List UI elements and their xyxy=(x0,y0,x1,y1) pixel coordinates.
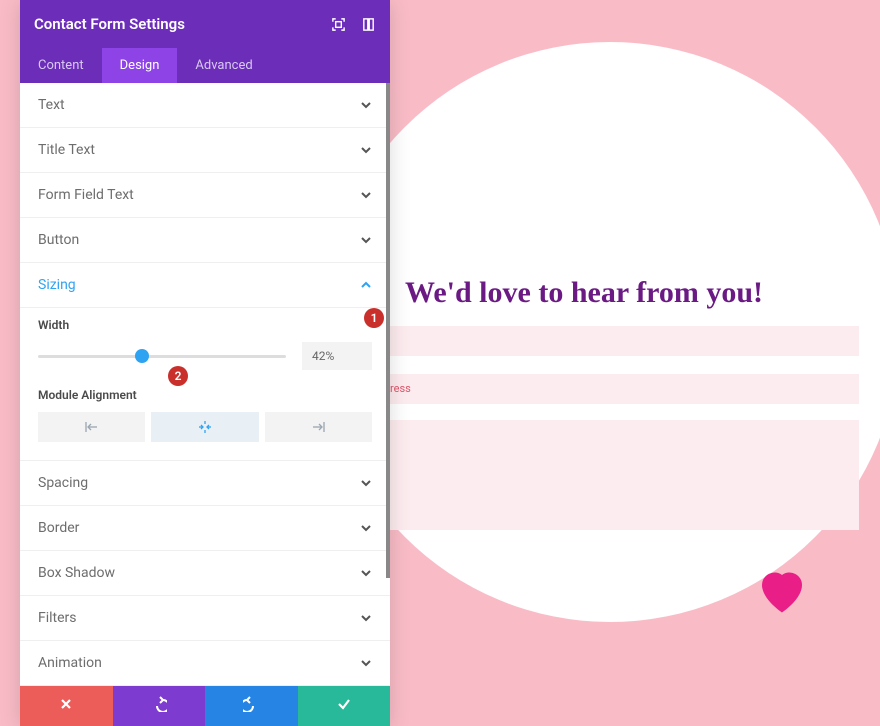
section-label: Button xyxy=(38,232,79,248)
heart-icon xyxy=(752,560,812,620)
chevron-up-icon xyxy=(360,279,372,291)
preview-field-email-placeholder-fragment: ress xyxy=(390,382,411,395)
section-button[interactable]: Button xyxy=(20,218,390,263)
undo-button[interactable] xyxy=(113,686,206,726)
undo-icon xyxy=(151,696,167,716)
section-label: Title Text xyxy=(38,142,95,158)
align-right-button[interactable] xyxy=(265,412,372,442)
snap-icon[interactable] xyxy=(360,16,376,32)
panel-header: Contact Form Settings xyxy=(20,0,390,48)
panel-body: Text Title Text Form Field Text Button S… xyxy=(20,83,390,686)
section-filters[interactable]: Filters xyxy=(20,596,390,641)
section-form-field-text[interactable]: Form Field Text xyxy=(20,173,390,218)
section-label: Text xyxy=(38,97,65,113)
width-slider[interactable] xyxy=(38,355,286,358)
chevron-down-icon xyxy=(360,477,372,489)
preview-field-name[interactable] xyxy=(389,326,859,356)
panel-footer xyxy=(20,686,390,726)
callout-badge-1: 1 xyxy=(364,308,384,328)
section-animation[interactable]: Animation xyxy=(20,641,390,686)
scrollbar-thumb[interactable] xyxy=(386,83,390,578)
chevron-down-icon xyxy=(360,567,372,579)
redo-button[interactable] xyxy=(205,686,298,726)
width-label: Width xyxy=(38,318,372,332)
chevron-down-icon xyxy=(360,234,372,246)
section-label: Filters xyxy=(38,610,77,626)
section-label: Border xyxy=(38,520,79,536)
section-label: Box Shadow xyxy=(38,565,115,581)
chevron-down-icon xyxy=(360,144,372,156)
section-text[interactable]: Text xyxy=(20,83,390,128)
section-border[interactable]: Border xyxy=(20,506,390,551)
section-spacing[interactable]: Spacing xyxy=(20,461,390,506)
redo-icon xyxy=(243,696,259,716)
preview-field-message[interactable] xyxy=(389,420,859,530)
align-left-button[interactable] xyxy=(38,412,145,442)
tab-content[interactable]: Content xyxy=(20,48,102,83)
sizing-controls: Width 42% Module Alignment xyxy=(20,308,390,461)
align-center-button[interactable] xyxy=(151,412,258,442)
chevron-down-icon xyxy=(360,657,372,669)
callout-badge-2: 2 xyxy=(168,366,188,386)
section-box-shadow[interactable]: Box Shadow xyxy=(20,551,390,596)
section-label: Sizing xyxy=(38,277,76,293)
cancel-button[interactable] xyxy=(20,686,113,726)
chevron-down-icon xyxy=(360,612,372,624)
section-label: Form Field Text xyxy=(38,187,134,203)
section-title-text[interactable]: Title Text xyxy=(20,128,390,173)
chevron-down-icon xyxy=(360,189,372,201)
tab-advanced[interactable]: Advanced xyxy=(177,48,270,83)
section-label: Animation xyxy=(38,655,102,671)
slider-thumb[interactable] xyxy=(135,349,149,363)
chevron-down-icon xyxy=(360,99,372,111)
close-icon xyxy=(58,696,74,716)
width-value-input[interactable]: 42% xyxy=(302,342,372,370)
save-button[interactable] xyxy=(298,686,391,726)
check-icon xyxy=(336,696,352,716)
scrollbar[interactable] xyxy=(386,83,390,594)
section-sizing[interactable]: Sizing xyxy=(20,263,390,308)
tab-design[interactable]: Design xyxy=(102,48,178,83)
chevron-down-icon xyxy=(360,522,372,534)
expand-icon[interactable] xyxy=(330,16,346,32)
preview-heading: We'd love to hear from you! xyxy=(405,276,763,310)
alignment-label: Module Alignment xyxy=(38,388,372,402)
section-label: Spacing xyxy=(38,475,88,491)
panel-title: Contact Form Settings xyxy=(34,15,185,33)
preview-field-email[interactable] xyxy=(389,374,859,404)
settings-panel: Contact Form Settings Content Design Adv… xyxy=(20,0,390,726)
tab-bar: Content Design Advanced xyxy=(20,48,390,83)
